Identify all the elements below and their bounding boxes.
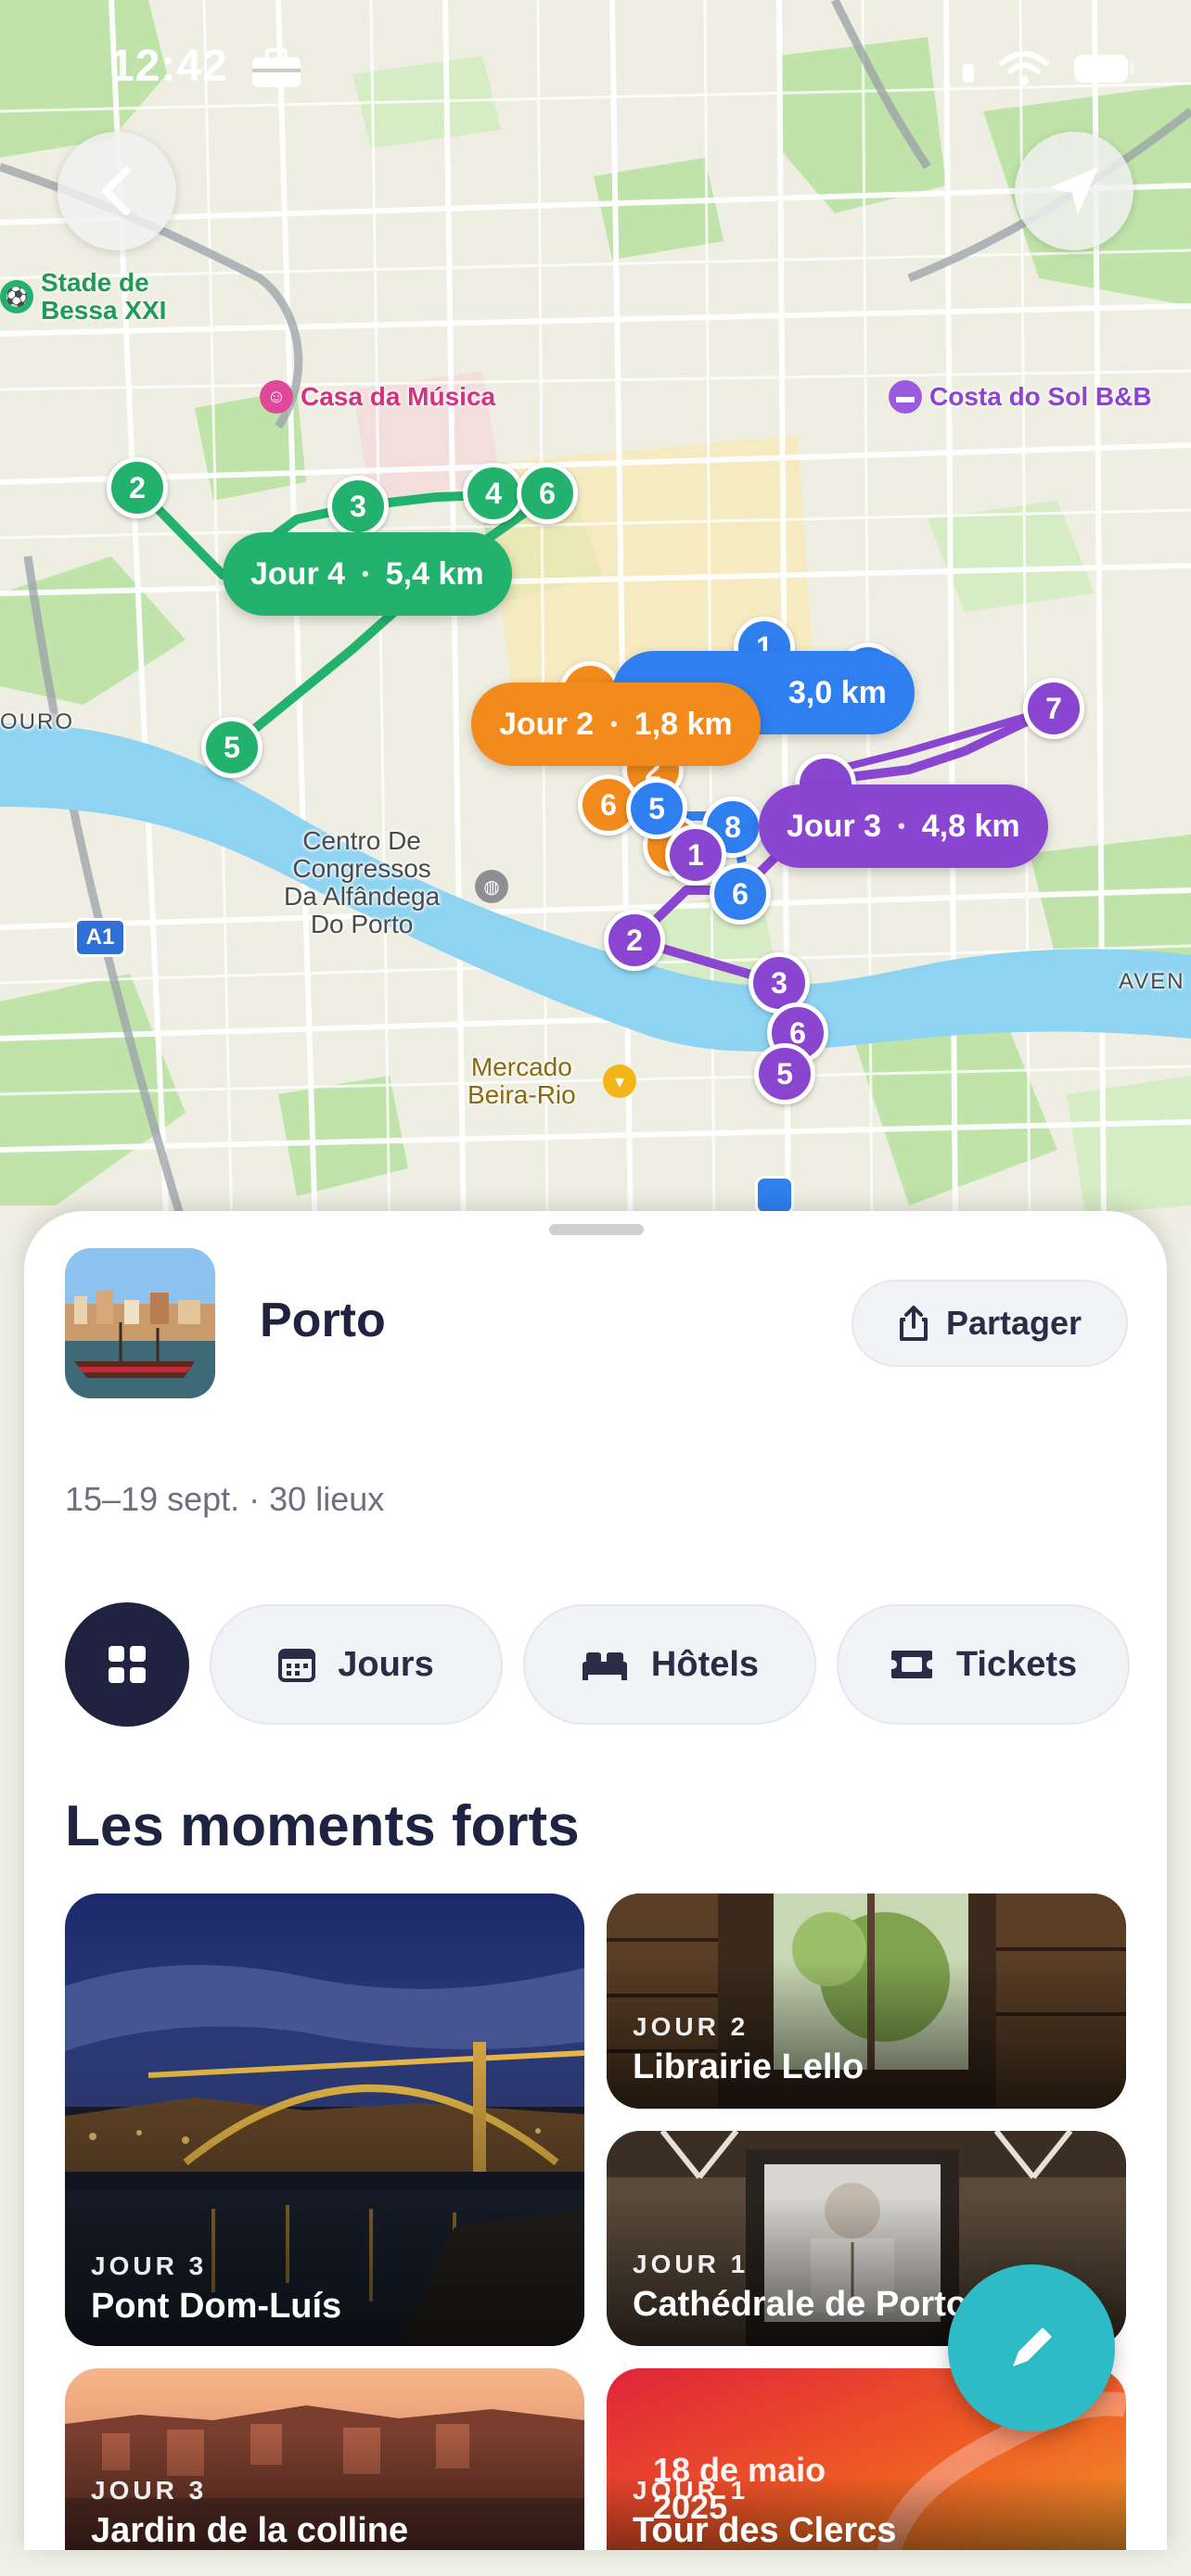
trip-meta: 15–19 sept. · 30 lieux [65,1480,385,1518]
porto-photo [65,1248,215,1398]
tab-hotels[interactable]: Hôtels [523,1604,816,1725]
trip-thumbnail [65,1248,215,1398]
route-day2-distance: 1,8 km [634,706,733,742]
route-day2-label: Jour 2 [499,706,595,742]
highlight-name: Cathédrale de Porto [633,2285,968,2324]
highlight-card-jardin[interactable]: JOUR 3 Jardin de la colline [65,2368,584,2550]
tab-overview[interactable] [65,1602,189,1727]
status-time: 12:42 [109,42,228,91]
locate-button[interactable] [1015,132,1133,250]
wifi-icon [999,51,1049,85]
share-button[interactable]: Partager [852,1280,1128,1367]
highlight-name: Pont Dom-Luís [91,2287,342,2326]
status-icons [963,50,1135,87]
hotel-icon: ▬ [889,380,922,414]
tab-tickets[interactable]: Tickets [837,1604,1130,1725]
theater-icon: ☺ [260,380,293,414]
highlight-name: Jardin de la colline [91,2511,409,2550]
pin-day4-2[interactable]: 2 [107,457,168,518]
highlight-card-librairie-lello[interactable]: JOUR 2 Librairie Lello [607,1894,1126,2109]
location-arrow-icon [1050,167,1098,215]
poi-stadium[interactable]: ⚽ Stade de Bessa XXI [0,269,166,325]
highlight-name: Librairie Lello [633,2047,864,2086]
view-tabs: Jours Hôtels Tickets [65,1602,1130,1727]
calendar-icon [278,1649,316,1682]
avenue-label: AVEN [1119,969,1185,994]
route-day4-distance: 5,4 km [385,555,484,592]
pencil-icon [1013,2327,1052,2366]
highlight-day: JOUR 3 [91,2251,208,2280]
poi-stadium-label: Stade de Bessa XXI [41,268,167,325]
route-day3-distance: 4,8 km [921,808,1020,844]
bed-icon [582,1652,627,1680]
briefcase-icon [252,48,301,87]
poi-mercado-pin[interactable]: ▾ [603,1065,636,1098]
route-pill-day2[interactable]: Jour 2 • 1,8 km [471,682,761,766]
sheet-grabber[interactable] [549,1224,644,1235]
poi-costa-sol[interactable]: ▬ Costa do Sol B&B [889,380,1152,414]
battery-icon [1074,55,1134,83]
highway-shield: A1 [74,918,126,957]
map-view[interactable]: 12:42 ⚽ Stade de Bessa XXI ☺ Casa da Mús… [0,0,1191,1233]
pin-day1-6[interactable]: 6 [710,863,771,925]
route-pill-day3[interactable]: Jour 3 • 4,8 km [759,784,1048,868]
pin-day4-3[interactable]: 3 [327,476,389,537]
poi-costa-sol-label: Costa do Sol B&B [929,382,1152,411]
trip-title: Porto [260,1294,386,1347]
pin-day4-6[interactable]: 6 [517,463,578,524]
route-day1-distance: 3,0 km [788,674,887,710]
ticket-icon [890,1651,932,1678]
cellular-icon [963,64,974,83]
pin-day3-5[interactable]: 5 [754,1043,815,1104]
poi-centro-pin[interactable]: ◍ [475,870,508,903]
share-icon [899,1306,928,1341]
tab-tickets-label: Tickets [955,1644,1078,1684]
metro-icon [755,1176,794,1215]
highlight-day: JOUR 1 [633,2476,749,2505]
edit-button[interactable] [948,2264,1115,2431]
poi-centro-label: Centro De Congressos Da Alfândega Do Por… [284,826,441,938]
route-pill-day4[interactable]: Jour 4 • 5,4 km [223,532,512,616]
highlight-day: JOUR 2 [633,2012,749,2041]
route-lines [134,484,1057,1076]
tab-days-label: Jours [338,1644,434,1684]
grid-icon [109,1646,146,1683]
route-day3-label: Jour 3 [787,808,882,844]
basket-icon: ▾ [603,1065,636,1098]
conference-icon: ◍ [475,870,508,903]
back-button[interactable] [58,132,176,250]
poi-casa-musica[interactable]: ☺ Casa da Música [260,380,495,414]
tab-days[interactable]: Jours [210,1604,503,1725]
poi-casa-musica-label: Casa da Música [301,382,496,411]
share-label: Partager [945,1304,1082,1342]
pin-day3-7[interactable]: 7 [1023,678,1084,739]
poi-mercado-label: Mercado Beira-Rio [467,1052,576,1109]
highlight-day: JOUR 1 [633,2250,749,2278]
tab-hotels-label: Hôtels [650,1644,760,1684]
route-day4-label: Jour 4 [250,555,346,592]
pin-day4-4[interactable]: 4 [463,463,524,524]
pin-day4-5[interactable]: 5 [201,717,263,778]
pin-day3-2[interactable]: 2 [604,910,665,971]
highlight-day: JOUR 3 [91,2476,208,2505]
chevron-left-icon [102,167,130,215]
stadium-icon: ⚽ [0,280,33,313]
highlight-name: Tour des Clercs [633,2511,897,2550]
highlight-card-pont-dom-luis[interactable]: JOUR 3 Pont Dom-Luís [65,1894,584,2346]
highlights-title: Les moments forts [65,1794,580,1858]
river-label: OURO [0,709,74,734]
